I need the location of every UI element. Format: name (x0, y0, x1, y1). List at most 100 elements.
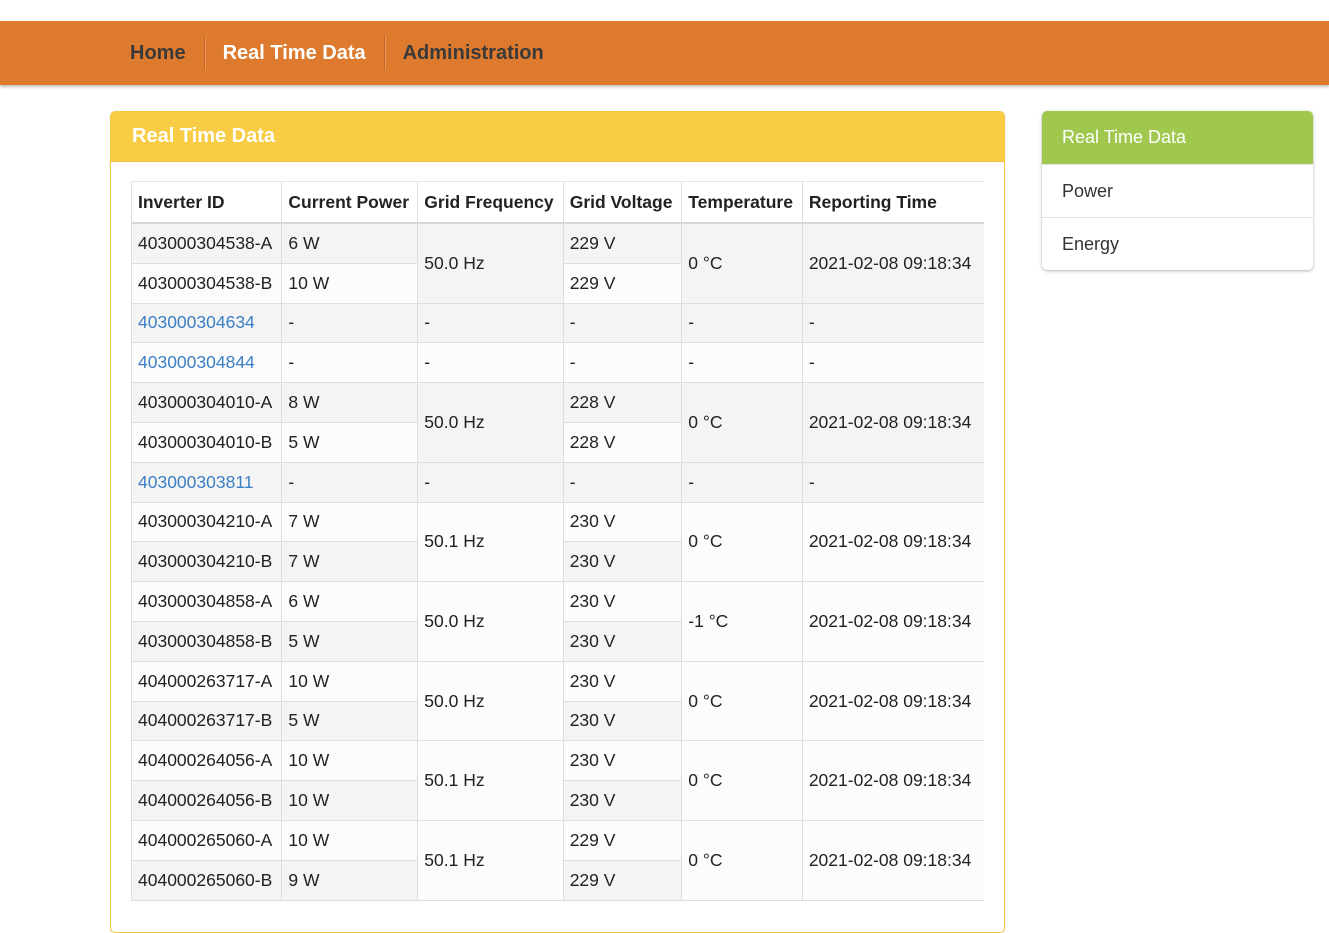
header-current-power: Current Power (281, 181, 419, 224)
grid-voltage-cell: - (562, 342, 683, 384)
grid-voltage-cell: 230 V (562, 581, 683, 622)
current-power-cell: 5 W (281, 620, 419, 662)
reporting-time-cell: - (801, 342, 984, 384)
table-row: 403000304010-A 8 W 50.0 Hz 228 V0 °C 2021-02… (131, 382, 984, 463)
grid-frequency-cell: 50.0 Hz (417, 222, 564, 304)
temperature-cell: 0 °C (681, 501, 803, 583)
grid-voltage-cell: 230 V (562, 740, 683, 782)
inverter-id-cell: 403000304538-B (131, 262, 283, 304)
current-power-cell: 8 W (281, 382, 419, 423)
grid-frequency-cell: 50.1 Hz (417, 501, 564, 583)
reporting-time-cell: - (801, 302, 984, 344)
current-power-cell: 10 W (281, 740, 419, 782)
grid-voltage-cell: 229 V (562, 859, 683, 901)
temperature-cell: 0 °C (681, 819, 803, 901)
current-power-cell: 10 W (281, 819, 419, 861)
header-temperature: Temperature (681, 181, 803, 224)
inverter-id-cell: 403000304010-A (131, 382, 283, 423)
table-row: 403000303811- - - - - (131, 461, 984, 503)
current-power-cell: 5 W (281, 421, 419, 463)
inverter-table: Inverter ID Current Power Grid Frequency… (131, 181, 984, 901)
grid-frequency-cell: 50.0 Hz (417, 660, 564, 742)
sidebar-menu: Real Time Data Power Energy (1042, 111, 1313, 270)
current-power-cell: 6 W (281, 222, 419, 264)
reporting-time-cell: 2021-02-08 09:18:34 (801, 501, 984, 583)
nav-administration[interactable]: Administration (385, 36, 562, 70)
inverter-id-link[interactable]: 403000304634 (131, 302, 283, 344)
current-power-cell: 6 W (281, 581, 419, 622)
grid-frequency-cell: - (417, 302, 564, 344)
inverter-id-cell: 403000304538-A (131, 222, 283, 264)
table-row: 403000304538-A 6 W 50.0 Hz 229 V0 °C 2021-02… (131, 222, 984, 304)
grid-voltage-cell: 229 V (562, 819, 683, 861)
grid-voltage-cell: 228 V (562, 382, 683, 423)
header-grid-frequency: Grid Frequency (417, 181, 564, 224)
table-row: 403000304634- - - - - (131, 302, 984, 344)
reporting-time-cell: 2021-02-08 09:18:34 (801, 222, 984, 304)
grid-frequency-cell: 50.0 Hz (417, 382, 564, 463)
current-power-cell: 7 W (281, 501, 419, 543)
grid-voltage-cell: 229 V (562, 262, 683, 304)
reporting-time-cell: 2021-02-08 09:18:34 (801, 660, 984, 742)
table-row: 404000264056-A 10 W 50.1 Hz 230 V0 °C 2021-0… (131, 740, 984, 821)
current-power-cell: 10 W (281, 660, 419, 702)
nav-real-time-data[interactable]: Real Time Data (205, 36, 384, 70)
reporting-time-cell: 2021-02-08 09:18:34 (801, 581, 984, 662)
current-power-cell: 9 W (281, 859, 419, 901)
temperature-cell: - (681, 302, 803, 344)
table-header-row: Inverter ID Current Power Grid Frequency… (131, 181, 984, 224)
grid-voltage-cell: 230 V (562, 700, 683, 742)
inverter-id-cell: 403000304858-A (131, 581, 283, 622)
grid-frequency-cell: 50.0 Hz (417, 581, 564, 662)
reporting-time-cell: 2021-02-08 09:18:34 (801, 819, 984, 901)
temperature-cell: 0 °C (681, 382, 803, 463)
table-container[interactable]: Inverter ID Current Power Grid Frequency… (131, 181, 984, 901)
grid-frequency-cell: - (417, 461, 564, 503)
grid-frequency-cell: - (417, 342, 564, 384)
temperature-cell: -1 °C (681, 581, 803, 662)
table-row: 404000265060-A 10 W 50.1 Hz 229 V0 °C 2021-0… (131, 819, 984, 901)
grid-voltage-cell: 230 V (562, 501, 683, 543)
table-row: 404000263717-A 10 W 50.0 Hz 230 V0 °C 2021-0… (131, 660, 984, 742)
grid-voltage-cell: 230 V (562, 620, 683, 662)
grid-frequency-cell: 50.1 Hz (417, 819, 564, 901)
reporting-time-cell: 2021-02-08 09:18:34 (801, 740, 984, 821)
inverter-id-cell: 404000263717-B (131, 700, 283, 742)
inverter-id-cell: 403000304210-B (131, 541, 283, 583)
table-row: 403000304858-A 6 W 50.0 Hz 230 V -1 °C 2021-0… (131, 581, 984, 662)
inverter-id-cell: 404000264056-A (131, 740, 283, 782)
reporting-time-cell: - (801, 461, 984, 503)
panel-title: Real Time Data (111, 112, 1004, 162)
main-nav: Home Real Time Data Administration (112, 21, 562, 85)
header-grid-voltage: Grid Voltage (562, 181, 683, 224)
current-power-cell: - (281, 342, 419, 384)
table-body: 403000304538-A 6 W 50.0 Hz 229 V0 °C 2021-02… (131, 222, 984, 901)
grid-frequency-cell: 50.1 Hz (417, 740, 564, 821)
header-reporting-time: Reporting Time (801, 181, 984, 224)
reporting-time-cell: 2021-02-08 09:18:34 (801, 382, 984, 463)
grid-voltage-cell: - (562, 461, 683, 503)
grid-voltage-cell: 228 V (562, 421, 683, 463)
inverter-id-link[interactable]: 403000303811 (131, 461, 283, 503)
inverter-id-link[interactable]: 403000304844 (131, 342, 283, 384)
inverter-id-cell: 403000304010-B (131, 421, 283, 463)
sidebar-item-energy[interactable]: Energy (1042, 217, 1313, 270)
inverter-id-cell: 404000265060-A (131, 819, 283, 861)
inverter-id-cell: 404000263717-A (131, 660, 283, 702)
temperature-cell: 0 °C (681, 222, 803, 304)
temperature-cell: 0 °C (681, 660, 803, 742)
sidebar-item-power[interactable]: Power (1042, 164, 1313, 217)
grid-voltage-cell: - (562, 302, 683, 344)
temperature-cell: 0 °C (681, 740, 803, 821)
current-power-cell: - (281, 302, 419, 344)
sidebar-item-real-time-data[interactable]: Real Time Data (1042, 111, 1313, 164)
inverter-id-cell: 404000264056-B (131, 780, 283, 821)
grid-voltage-cell: 229 V (562, 222, 683, 264)
nav-home[interactable]: Home (112, 36, 204, 70)
header-inverter-id: Inverter ID (131, 181, 283, 224)
grid-voltage-cell: 230 V (562, 780, 683, 821)
table-row: 403000304210-A 7 W 50.1 Hz 230 V0 °C 2021-02… (131, 501, 984, 583)
current-power-cell: - (281, 461, 419, 503)
real-time-data-panel: Real Time Data Inverter ID Current Power… (110, 111, 1005, 933)
current-power-cell: 10 W (281, 262, 419, 304)
